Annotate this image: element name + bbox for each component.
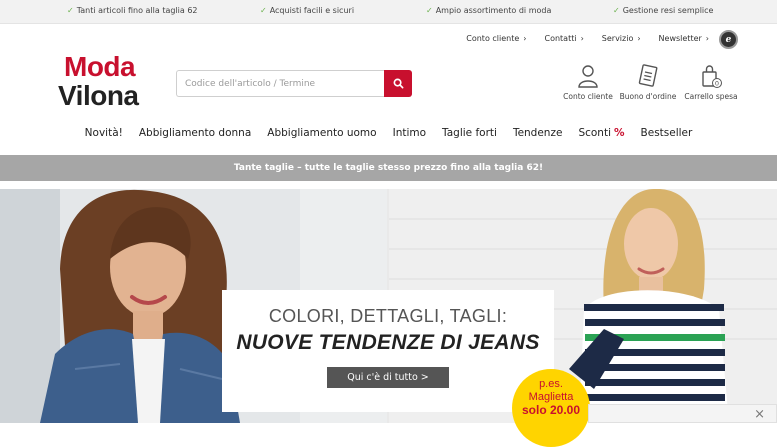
price-badge-line1: p.es. [539, 378, 563, 390]
link-newsletter[interactable]: Newsletter › [659, 34, 709, 43]
chevron-right-icon: › [637, 34, 641, 43]
search-button[interactable] [384, 70, 412, 97]
order-form-button[interactable]: Buono d'ordine [613, 64, 683, 101]
chat-popup[interactable]: × [588, 404, 777, 423]
link-label: Newsletter [658, 34, 702, 43]
order-form-label: Buono d'ordine [619, 92, 677, 101]
nav-item-taglie-forti[interactable]: Taglie forti [442, 127, 497, 147]
search-icon [393, 78, 403, 89]
hero-text-box: COLORI, DETTAGLI, TAGLI: NUOVE TENDENZE … [222, 290, 554, 412]
nav-item-abbigliamento-uomo[interactable]: Abbigliamento uomo [267, 127, 376, 147]
link-label: Servizio [601, 34, 634, 43]
cart-label: Carrello spesa [684, 92, 738, 101]
usp-item: ✓ Tanti articoli fino alla taglia 62 [67, 6, 198, 15]
usp-label: Acquisti facili e sicuri [269, 6, 355, 15]
logo-line-2: Vilona [58, 80, 139, 111]
nav-item-bestseller[interactable]: Bestseller [641, 127, 693, 147]
hero-banner[interactable]: COLORI, DETTAGLI, TAGLI: NUOVE TENDENZE … [0, 189, 777, 423]
cart-button[interactable]: 0 Carrello spesa [676, 64, 746, 101]
hero-cta-button[interactable]: Qui c'è di tutto > [327, 367, 449, 388]
usp-label: Gestione resi semplice [622, 6, 714, 15]
link-contatti[interactable]: Contatti › [544, 34, 583, 43]
user-icon [578, 65, 598, 88]
check-icon: ✓ [260, 6, 267, 15]
search-bar [176, 70, 412, 97]
main-nav: Novità! Abbigliamento donna Abbigliament… [0, 127, 777, 147]
link-label: Conto cliente [466, 34, 520, 43]
close-icon[interactable]: × [754, 407, 765, 422]
nav-item-intimo[interactable]: Intimo [393, 127, 426, 147]
nav-item-tendenze[interactable]: Tendenze [513, 127, 563, 147]
nav-item-label: Sconti [578, 127, 611, 139]
usp-bar: ✓ Tanti articoli fino alla taglia 62 ✓ Acq… [0, 0, 777, 24]
link-servizio[interactable]: Servizio › [602, 34, 641, 43]
cart-count: 0 [715, 80, 719, 88]
logo[interactable]: Moda Vilona [58, 52, 148, 110]
hero-title: NUOVE TENDENZE DI JEANS [236, 331, 540, 354]
link-label: Contatti [544, 34, 577, 43]
account-label: Conto cliente [563, 92, 613, 101]
nav-item-abbigliamento-donna[interactable]: Abbigliamento donna [139, 127, 251, 147]
check-icon: ✓ [613, 6, 620, 15]
service-links: Conto cliente › Contatti › Servizio › Newsl… [466, 34, 709, 43]
usp-item: ✓ Gestione resi semplice [613, 6, 713, 15]
usp-label: Ampio assortimento di moda [435, 6, 552, 15]
chevron-right-icon: › [705, 34, 709, 43]
usp-item: ✓ Acquisti facili e sicuri [260, 6, 354, 15]
order-form-icon [638, 64, 658, 87]
usp-item: ✓ Ampio assortimento di moda [426, 6, 551, 15]
price-badge-price: solo 20.00 [521, 403, 581, 417]
usp-label: Tanti articoli fino alla taglia 62 [76, 6, 198, 15]
hero-subtitle: COLORI, DETTAGLI, TAGLI: [268, 306, 508, 326]
check-icon: ✓ [67, 6, 74, 15]
shopping-bag-icon: 0 [702, 65, 722, 88]
trusted-shops-icon[interactable]: e [719, 30, 738, 49]
percent-icon: % [614, 127, 625, 139]
search-input[interactable] [176, 70, 385, 97]
logo-line-1: Moda [64, 51, 136, 82]
chevron-right-icon: › [523, 34, 527, 43]
promo-bar[interactable]: Tante taglie – tutte le taglie stesso pr… [0, 155, 777, 181]
nav-item-novita[interactable]: Novità! [85, 127, 123, 147]
nav-item-sconti[interactable]: Sconti% [578, 127, 624, 147]
check-icon: ✓ [426, 6, 433, 15]
link-conto-cliente[interactable]: Conto cliente › [466, 34, 526, 43]
chevron-right-icon: › [580, 34, 584, 43]
price-badge[interactable]: p.es. Maglietta solo 20.00 [512, 369, 590, 447]
